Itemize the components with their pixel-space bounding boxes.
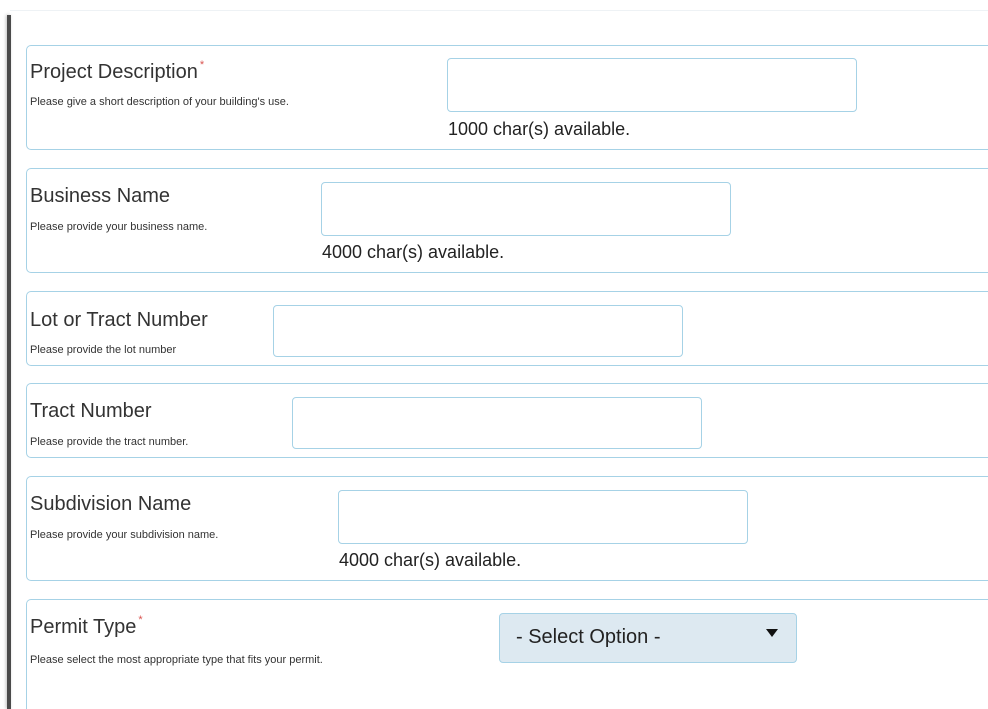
project-description-input[interactable] xyxy=(447,58,857,112)
top-divider xyxy=(10,10,988,11)
subdivision-name-help: Please provide your subdivision name. xyxy=(30,529,219,541)
section-subdivision-name: Subdivision Name Please provide your sub… xyxy=(26,476,988,581)
tract-number-input[interactable] xyxy=(292,397,702,449)
project-description-help: Please give a short description of your … xyxy=(30,96,289,108)
section-business-name: Business Name Please provide your busine… xyxy=(26,168,988,273)
business-name-input[interactable] xyxy=(321,182,731,236)
tract-number-label: Tract Number xyxy=(30,400,152,422)
permit-type-selected-value: - Select Option - xyxy=(516,626,661,648)
required-marker: * xyxy=(138,614,143,626)
lot-or-tract-number-input[interactable] xyxy=(273,305,683,357)
permit-type-select[interactable]: - Select Option - xyxy=(499,613,797,663)
section-tract-number: Tract Number Please provide the tract nu… xyxy=(26,383,988,458)
subdivision-name-char-count: 4000 char(s) available. xyxy=(339,550,522,570)
window-edge xyxy=(7,15,11,709)
project-description-char-count: 1000 char(s) available. xyxy=(448,119,631,139)
tract-number-help: Please provide the tract number. xyxy=(30,436,189,448)
business-name-char-count: 4000 char(s) available. xyxy=(322,242,505,262)
subdivision-name-label: Subdivision Name xyxy=(30,493,192,515)
permit-type-label: Permit Type * xyxy=(30,614,143,638)
business-name-help: Please provide your business name. xyxy=(30,221,208,233)
section-project-description: Project Description * Please give a short… xyxy=(26,45,988,150)
permit-type-help: Please select the most appropriate type … xyxy=(30,654,323,666)
caret-down-icon xyxy=(766,629,778,637)
lot-or-tract-number-help: Please provide the lot number xyxy=(30,344,177,356)
lot-or-tract-number-label: Lot or Tract Number xyxy=(30,309,208,331)
section-permit-type: Permit Type * Please select the most appr… xyxy=(26,599,988,709)
subdivision-name-input[interactable] xyxy=(338,490,748,544)
project-description-label: Project Description * xyxy=(30,59,205,83)
business-name-label: Business Name xyxy=(30,185,171,207)
section-lot-or-tract-number: Lot or Tract Number Please provide the l… xyxy=(26,291,988,366)
required-marker: * xyxy=(199,59,205,71)
